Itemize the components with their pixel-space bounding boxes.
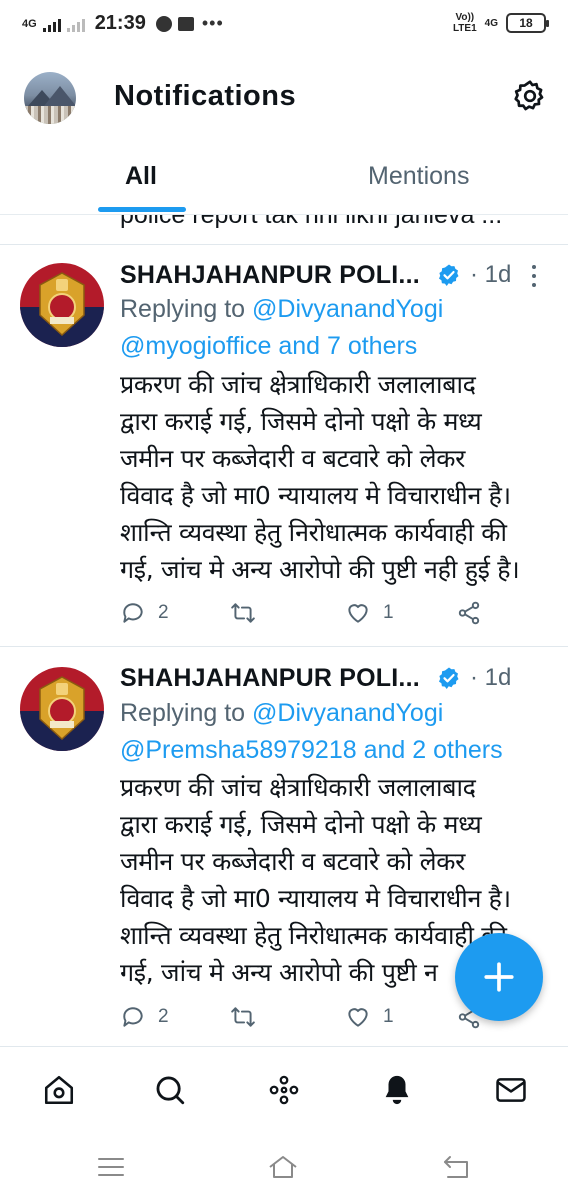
share-icon	[458, 601, 480, 625]
police-emblem-icon	[39, 272, 85, 337]
author-avatar[interactable]	[20, 263, 104, 347]
retweet-button[interactable]	[230, 1004, 268, 1030]
network-type-label: 4G	[22, 17, 37, 30]
previous-notification-text: police report tak nhi likhi janieva ...	[120, 214, 503, 229]
home-system-icon[interactable]	[268, 1154, 298, 1180]
replying-prefix: Replying to	[120, 295, 253, 323]
share-button[interactable]	[456, 600, 482, 626]
tweet-text-line: जमीन पर कब्जेदारी व बटवारे को लेकर	[120, 444, 466, 473]
reply-mention-link[interactable]: @DivyanandYogi	[252, 295, 443, 323]
status-bar: 4G 21:39 ••• Vo)) LTE1 4G 18	[0, 0, 568, 50]
tweet-text-line: गई, जांच मे अन्य आरोपो की पुष्टी नही हुई…	[120, 555, 520, 584]
network-right-label: 4G	[484, 17, 498, 29]
tweet-text-line: विवाद है जो मा0 न्यायालय मे विचाराधीन है…	[120, 481, 511, 510]
tweet-text-line: द्वारा कराई गई, जिसमे दोनो पक्षो के मध्य	[120, 407, 482, 436]
volte-indicator: Vo)) LTE1	[453, 12, 477, 34]
like-button[interactable]: 1	[345, 600, 394, 626]
reply-count: 2	[158, 602, 169, 623]
replying-to: Replying to @DivyanandYogi @Premsha58979…	[120, 695, 560, 769]
battery-icon: 18	[506, 13, 549, 33]
tab-mentions[interactable]: Mentions	[368, 162, 469, 191]
reply-mention-link[interactable]: @Premsha58979218 and 2 others	[120, 736, 503, 764]
plus-icon	[484, 962, 514, 992]
back-icon[interactable]	[442, 1154, 472, 1180]
more-options-icon[interactable]	[532, 265, 538, 287]
tab-all[interactable]: All	[125, 162, 157, 191]
clock: 21:39	[94, 12, 146, 34]
heart-icon	[348, 604, 368, 623]
like-count: 1	[383, 602, 394, 623]
recents-icon[interactable]	[96, 1154, 126, 1180]
page-title: Notifications	[114, 80, 297, 112]
battery-level: 18	[519, 16, 533, 30]
tweet-text: प्रकरण की जांच क्षेत्राधिकारी जलालाबाद द…	[120, 366, 560, 588]
compose-button[interactable]	[455, 933, 543, 1021]
tweet-actions: 2 1	[120, 600, 560, 630]
bottom-navigation	[0, 1046, 568, 1126]
retweet-icon	[231, 603, 255, 623]
volte-top-label: Vo))	[455, 12, 475, 23]
author-name[interactable]: SHAHJAHANPUR POLI...	[120, 664, 420, 693]
tweet-time-value: 1d	[484, 664, 512, 691]
tweet-text-line: प्रकरण की जांच क्षेत्राधिकारी जलालाबाद	[120, 773, 476, 802]
retweet-button[interactable]	[230, 600, 268, 626]
data-saver-icon	[155, 15, 172, 32]
reply-mention-link[interactable]: @myogioffice and 7 others	[120, 332, 417, 360]
tweet-time: · 1d	[470, 664, 512, 691]
volte-bottom-label: LTE1	[452, 23, 477, 34]
search-icon[interactable]	[153, 1073, 187, 1107]
more-notifications-icon: •••	[201, 13, 224, 33]
gear-icon[interactable]	[512, 78, 548, 114]
reply-count: 2	[158, 1006, 169, 1027]
previous-notification-clipped[interactable]: police report tak nhi likhi janieva ...	[0, 214, 568, 244]
reply-button[interactable]: 2	[120, 1004, 169, 1030]
signal-strength-icon-secondary	[66, 16, 85, 32]
spaces-icon[interactable]	[267, 1073, 301, 1107]
reply-mention-link[interactable]: @DivyanandYogi	[252, 699, 443, 727]
tweet-text-line: द्वारा कराई गई, जिसमे दोनो पक्षो के मध्य	[120, 810, 482, 839]
replying-to: Replying to @DivyanandYogi @myogioffice …	[120, 291, 560, 365]
like-button[interactable]: 1	[345, 1004, 394, 1030]
tweet-time: · 1d	[470, 261, 512, 288]
tweet-text-line: विवाद है जो मा0 न्यायालय मे विचाराधीन है…	[120, 884, 511, 913]
author-avatar[interactable]	[20, 667, 104, 751]
mail-notification-icon	[177, 16, 194, 31]
home-icon[interactable]	[42, 1073, 76, 1107]
notifications-bell-icon[interactable]	[380, 1073, 414, 1107]
system-navigation-bar	[0, 1130, 568, 1200]
reply-icon	[123, 1007, 143, 1027]
author-name[interactable]: SHAHJAHANPUR POLI...	[120, 261, 420, 290]
like-count: 1	[383, 1006, 394, 1027]
heart-icon	[348, 1008, 368, 1027]
tweet-text-line: प्रकरण की जांच क्षेत्राधिकारी जलालाबाद	[120, 370, 476, 399]
notification-tabs: All Mentions	[0, 148, 568, 214]
tweet-text-line: जमीन पर कब्जेदारी व बटवारे को लेकर	[120, 847, 466, 876]
verified-badge-icon	[439, 264, 459, 286]
replying-prefix: Replying to	[120, 699, 253, 727]
active-tab-indicator	[98, 207, 186, 212]
retweet-icon	[231, 1007, 255, 1027]
reply-icon	[123, 603, 143, 623]
app-header: Notifications	[0, 60, 568, 132]
reply-button[interactable]: 2	[120, 600, 169, 626]
signal-strength-icon	[42, 16, 61, 32]
profile-avatar[interactable]	[24, 72, 76, 124]
tweet-time-value: 1d	[484, 261, 512, 288]
verified-badge-icon	[439, 667, 459, 689]
police-emblem-icon	[39, 676, 85, 741]
tweet-text-line: शान्ति व्यवस्था हेतु निरोधात्मक कार्यवाह…	[120, 518, 507, 547]
tweet-card[interactable]: SHAHJAHANPUR POLI... · 1d Replying to @D…	[0, 245, 568, 645]
messages-mail-icon[interactable]	[494, 1073, 528, 1107]
